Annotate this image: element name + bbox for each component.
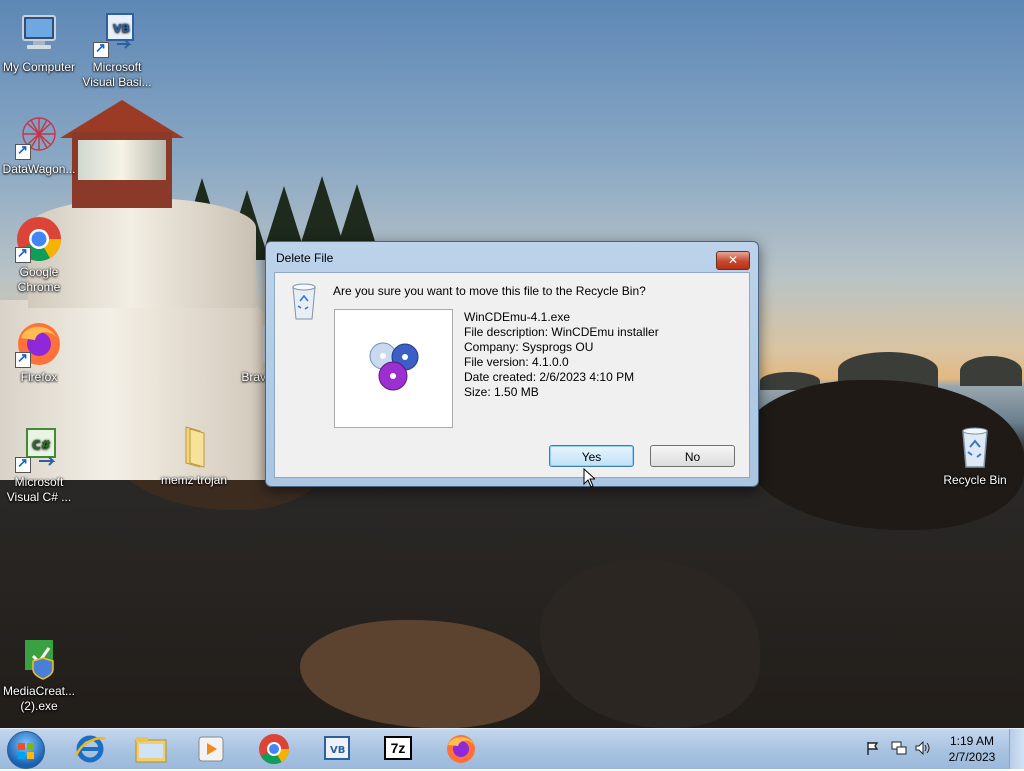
delete-file-dialog[interactable]: Delete File ✕ Are you sure you want to m…: [265, 241, 759, 487]
desktop-icon-label: memz trojan: [160, 473, 228, 487]
taskbar-firefox[interactable]: [443, 732, 479, 766]
desktop-icon-firefox[interactable]: Firefox: [1, 320, 77, 385]
rock: [540, 560, 760, 728]
media-creation-tool-icon: [15, 634, 63, 682]
taskbar-7-zip[interactable]: 7z: [381, 732, 417, 766]
taskbar-visual-basic[interactable]: VB: [320, 732, 356, 766]
firefox-icon: [447, 735, 475, 763]
rock: [300, 620, 540, 728]
firefox-icon: [15, 320, 63, 368]
file-thumbnail: [334, 309, 453, 428]
desktop-icon-media-creation[interactable]: MediaCreat... (2).exe: [1, 634, 77, 714]
media-player-icon: [198, 736, 224, 762]
clock-time: 1:19 AM: [949, 734, 995, 748]
desktop: My Computer VB Microsoft Visual Basi... …: [0, 0, 1024, 728]
desktop-icon-recycle-bin[interactable]: Recycle Bin: [937, 423, 1013, 488]
desktop-icon-visual-csharp[interactable]: C# Microsoft Visual C# ...: [1, 425, 77, 505]
svg-text:VB: VB: [330, 745, 345, 756]
internet-explorer-icon: [74, 735, 106, 763]
desktop-icon-label: Recycle Bin: [943, 473, 1007, 487]
computer-icon: [15, 10, 63, 58]
file-date-created: Date created: 2/6/2023 4:10 PM: [464, 370, 635, 384]
network-icon[interactable]: [891, 741, 907, 759]
recycle-bin-icon: [289, 281, 319, 324]
close-icon: ✕: [727, 253, 739, 267]
volume-icon[interactable]: [915, 740, 931, 759]
chrome-icon: [259, 734, 289, 765]
show-desktop-button[interactable]: [1009, 729, 1024, 769]
taskbar-internet-explorer[interactable]: [72, 732, 108, 766]
7-zip-icon: 7z: [384, 736, 412, 760]
desktop-icon-label: Microsoft Visual Basi...: [82, 60, 152, 89]
desktop-icon-visual-basic[interactable]: VB Microsoft Visual Basi...: [79, 10, 155, 90]
taskbar-media-player[interactable]: [193, 732, 229, 766]
datawagon-icon: [15, 112, 63, 160]
start-button[interactable]: [7, 731, 45, 769]
action-center-flag-icon[interactable]: [866, 741, 880, 759]
island: [960, 356, 1022, 386]
lighthouse-lamp: [78, 140, 166, 180]
taskbar: VB 7z 1:19 AM 2/7/2023: [0, 728, 1024, 769]
desktop-icon-label: My Computer: [2, 60, 76, 74]
recycle-bin-icon: [951, 423, 999, 471]
file-size: Size: 1.50 MB: [464, 385, 539, 399]
desktop-icon-label: DataWagon...: [2, 162, 76, 176]
dialog-content: Are you sure you want to move this file …: [274, 272, 750, 478]
visual-basic-icon: VB: [93, 10, 141, 58]
folder-icon: [170, 423, 218, 471]
shortcut-arrow-icon: [15, 455, 31, 473]
visual-csharp-icon: C#: [15, 425, 63, 473]
desktop-icon-memz-trojan[interactable]: memz trojan: [156, 423, 232, 488]
desktop-icon-my-computer[interactable]: My Computer: [1, 10, 77, 75]
visual-basic-icon: VB: [324, 736, 350, 760]
desktop-icon-label: Google Chrome: [17, 265, 61, 294]
chrome-icon: [15, 215, 63, 263]
windows-logo-icon: [18, 743, 34, 759]
file-company: Company: Sysprogs OU: [464, 340, 594, 354]
folder-icon: [135, 737, 167, 763]
shortcut-arrow-icon: [15, 350, 31, 368]
file-name: WinCDEmu-4.1.exe: [464, 310, 571, 324]
confirmation-message: Are you sure you want to move this file …: [333, 284, 646, 298]
yes-button[interactable]: Yes: [549, 445, 634, 467]
no-button[interactable]: No: [650, 445, 735, 467]
shortcut-arrow-icon: [15, 142, 31, 160]
shortcut-arrow-icon: [15, 245, 31, 263]
file-version: File version: 4.1.0.0: [464, 355, 569, 369]
svg-text:C#: C#: [32, 438, 51, 452]
desktop-icon-label: Microsoft Visual C# ...: [6, 475, 72, 504]
close-button[interactable]: ✕: [716, 251, 750, 270]
file-description: File description: WinCDEmu installer: [464, 325, 659, 339]
shortcut-arrow-icon: [93, 40, 109, 58]
file-details: WinCDEmu-4.1.exe File description: WinCD…: [464, 310, 659, 400]
system-clock[interactable]: 1:19 AM 2/7/2023: [942, 733, 1002, 765]
svg-text:VB: VB: [113, 22, 130, 35]
clock-date: 2/7/2023: [948, 750, 996, 764]
desktop-icon-datawagon[interactable]: DataWagon...: [1, 112, 77, 177]
dialog-title: Delete File: [276, 251, 334, 265]
desktop-icon-label: MediaCreat... (2).exe: [2, 684, 76, 713]
taskbar-file-explorer[interactable]: [133, 732, 169, 766]
mouse-cursor-icon: [583, 468, 595, 488]
disc-image-icon: [369, 342, 419, 391]
desktop-icon-google-chrome[interactable]: Google Chrome: [1, 215, 77, 295]
desktop-icon-label: Firefox: [20, 370, 58, 384]
taskbar-google-chrome[interactable]: [256, 732, 292, 766]
